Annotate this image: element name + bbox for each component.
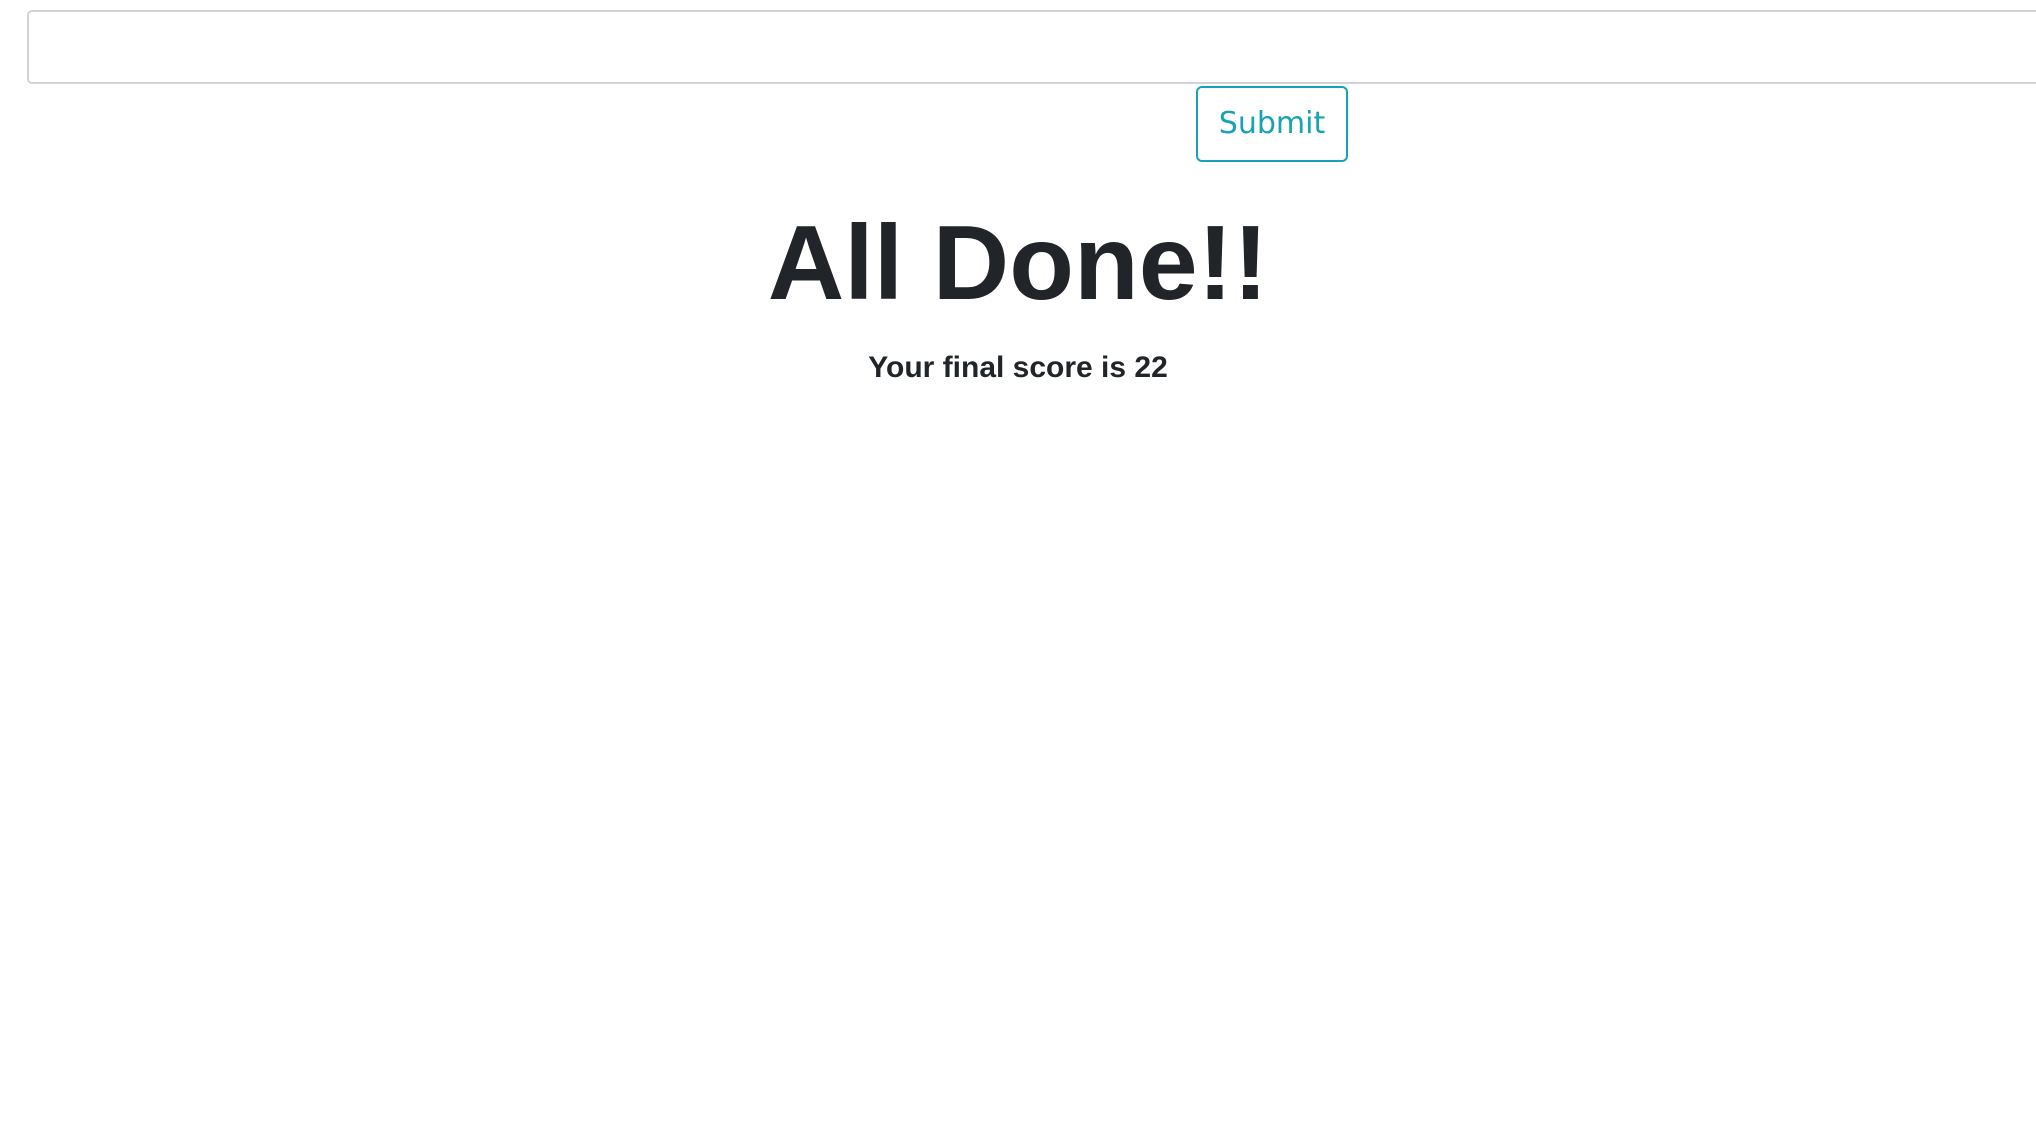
submit-button[interactable]: Submit: [1196, 86, 1348, 162]
page-title: All Done!!: [767, 204, 1269, 322]
page: Submit All Done!! Your final score is 22: [0, 0, 2036, 1132]
initials-input[interactable]: [27, 10, 2036, 84]
final-score-text: Your final score is 22: [868, 351, 1168, 384]
